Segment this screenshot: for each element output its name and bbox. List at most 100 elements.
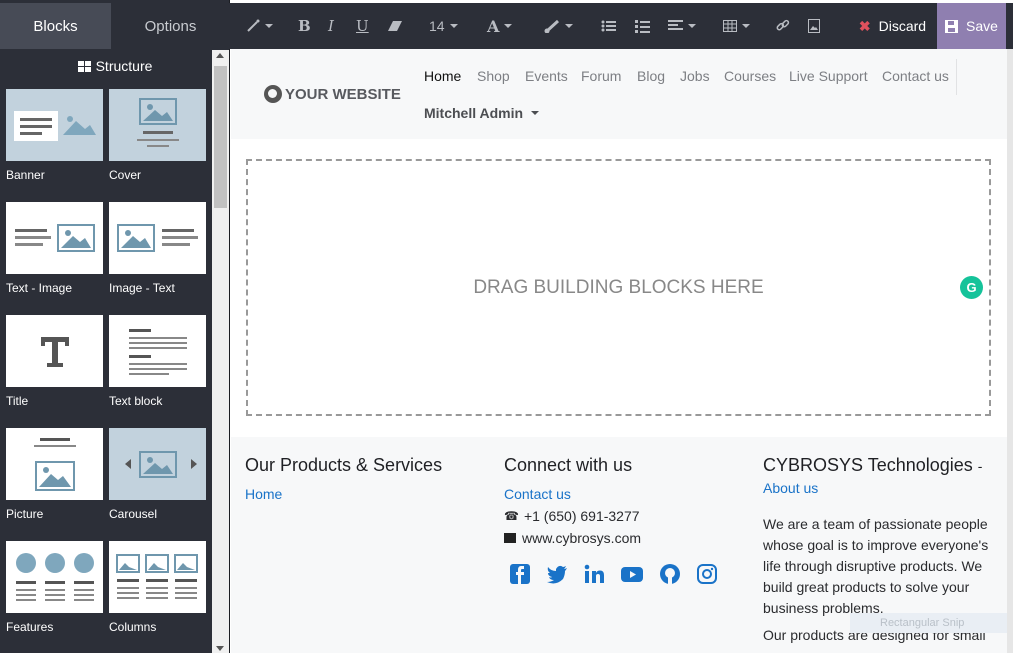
- save-label: Save: [966, 18, 998, 34]
- footer-column-connect: Connect with us Contact us ☎ +1 (650) 691…: [504, 455, 734, 615]
- envelope-icon: [504, 533, 516, 543]
- numbered-list-icon: [635, 19, 650, 33]
- instagram-icon[interactable]: [696, 563, 718, 585]
- text-block-snippet-icon: [129, 329, 187, 375]
- nav-courses[interactable]: Courses: [724, 68, 776, 84]
- nav-live-support[interactable]: Live Support: [789, 68, 868, 84]
- linkedin-icon[interactable]: [583, 563, 605, 585]
- user-menu[interactable]: Mitchell Admin: [424, 105, 540, 121]
- italic-button[interactable]: I: [328, 3, 334, 49]
- magic-wand-dropdown[interactable]: [246, 3, 273, 49]
- about-paragraph: We are a team of passionate people whose…: [763, 516, 989, 616]
- drop-zone[interactable]: DRAG BUILDING BLOCKS HERE: [246, 159, 991, 416]
- snippet-features[interactable]: Features: [6, 541, 103, 634]
- nav-shop[interactable]: Shop: [477, 68, 510, 84]
- text-block-thumbnail: [109, 315, 206, 387]
- background-color-dropdown[interactable]: [544, 3, 573, 49]
- snippet-picture[interactable]: Picture: [6, 428, 103, 521]
- banner-thumbnail: [6, 89, 103, 161]
- font-color-dropdown[interactable]: A: [487, 3, 513, 49]
- snippet-cover[interactable]: Cover: [109, 89, 206, 182]
- snippet-title[interactable]: Title: [6, 315, 103, 408]
- bold-icon: B: [298, 17, 311, 35]
- snippet-label: Image - Text: [109, 281, 175, 295]
- footer-heading: Connect with us: [504, 455, 633, 475]
- grammarly-icon[interactable]: G: [960, 276, 983, 299]
- text-image-snippet-icon: [15, 224, 95, 252]
- footer-link-contact[interactable]: Contact us: [504, 486, 734, 502]
- github-icon[interactable]: [659, 563, 681, 585]
- tab-options[interactable]: Options: [111, 3, 230, 49]
- user-name: Mitchell Admin: [424, 105, 524, 121]
- site-logo[interactable]: YOUR WEBSITE: [264, 85, 401, 103]
- snipping-tool-overlay: Rectangular Snip: [850, 613, 1007, 633]
- scroll-up-arrow-icon[interactable]: [216, 53, 224, 58]
- youtube-icon[interactable]: [620, 563, 644, 585]
- carousel-snippet-icon: [125, 451, 197, 478]
- link-button[interactable]: [776, 3, 790, 49]
- snippet-banner[interactable]: Banner: [6, 89, 103, 182]
- scroll-down-arrow-icon[interactable]: [216, 646, 224, 651]
- snippet-image-text[interactable]: Image - Text: [109, 202, 206, 295]
- footer-phone: ☎ +1 (650) 691-3277: [504, 508, 734, 524]
- italic-icon: I: [328, 17, 334, 35]
- phone-number: +1 (650) 691-3277: [523, 508, 640, 524]
- snippet-columns[interactable]: Columns: [109, 541, 206, 634]
- snippet-label: Picture: [6, 507, 44, 521]
- snippet-label: Cover: [109, 168, 142, 182]
- sidebar-tabs: Blocks Options: [0, 3, 230, 49]
- snippet-text-block[interactable]: Text block: [109, 315, 206, 408]
- align-dropdown[interactable]: [668, 3, 696, 49]
- title-snippet-icon: [41, 337, 69, 367]
- discard-button[interactable]: ✖ Discard: [848, 3, 937, 49]
- nav-home[interactable]: Home: [424, 68, 461, 84]
- image-button[interactable]: [808, 3, 820, 49]
- font-color-icon: A: [487, 16, 500, 36]
- footer-link-about[interactable]: About us: [763, 480, 999, 496]
- eraser-button[interactable]: [387, 3, 403, 49]
- snippet-carousel[interactable]: Carousel: [109, 428, 206, 521]
- bold-button[interactable]: B: [298, 3, 311, 49]
- snippet-label: Text - Image: [6, 281, 73, 295]
- nav-jobs[interactable]: Jobs: [680, 68, 710, 84]
- save-button[interactable]: Save: [937, 3, 1006, 49]
- snippet-text-image[interactable]: Text - Image: [6, 202, 103, 295]
- table-dropdown[interactable]: [723, 3, 750, 49]
- underline-button[interactable]: U: [356, 3, 369, 49]
- nav-blog[interactable]: Blog: [637, 68, 665, 84]
- twitter-icon[interactable]: [546, 563, 568, 585]
- image-file-icon: [808, 19, 820, 33]
- nav-contact-us[interactable]: Contact us: [882, 68, 949, 84]
- site-header: YOUR WEBSITE Home Shop Events Forum Blog…: [231, 49, 1007, 139]
- magic-wand-icon: [247, 19, 260, 32]
- floppy-disk-icon: [945, 19, 959, 33]
- website-editor: { "sidebar": { "tabs": ["Blocks", "Optio…: [0, 0, 1013, 653]
- title-thumbnail: [6, 315, 103, 387]
- features-thumbnail: [6, 541, 103, 613]
- columns-snippet-icon: [116, 554, 198, 599]
- page-scrollbar[interactable]: [1007, 49, 1013, 653]
- logo-text: YOUR WEBSITE: [285, 85, 401, 103]
- footer-heading: Our Products & Services: [245, 455, 443, 475]
- nav-events[interactable]: Events: [525, 68, 568, 84]
- blocks-sidebar: Blocks Options Structure Banner Cover Te…: [0, 0, 230, 653]
- features-snippet-icon: [16, 553, 94, 601]
- tab-blocks[interactable]: Blocks: [0, 3, 111, 49]
- nav-forum[interactable]: Forum: [581, 68, 621, 84]
- font-size-dropdown[interactable]: 14: [429, 3, 458, 49]
- footer-column-products: Our Products & Services Home: [245, 455, 442, 502]
- font-size-value: 14: [429, 18, 445, 34]
- bullet-list-button[interactable]: [601, 3, 616, 49]
- cover-thumbnail: [109, 89, 206, 161]
- footer-heading-company: CYBROSYS Technologies -: [763, 455, 999, 476]
- snippet-label: Title: [6, 394, 29, 408]
- picture-thumbnail: [6, 428, 103, 500]
- numbered-list-button[interactable]: [635, 3, 650, 49]
- facebook-icon[interactable]: [509, 563, 531, 585]
- phone-icon: ☎: [504, 509, 519, 523]
- snippet-label: Banner: [6, 168, 45, 182]
- footer-link-home[interactable]: Home: [245, 486, 442, 502]
- social-links: [509, 563, 718, 585]
- discard-label: Discard: [878, 18, 927, 34]
- sidebar-scrollbar-thumb[interactable]: [214, 66, 227, 208]
